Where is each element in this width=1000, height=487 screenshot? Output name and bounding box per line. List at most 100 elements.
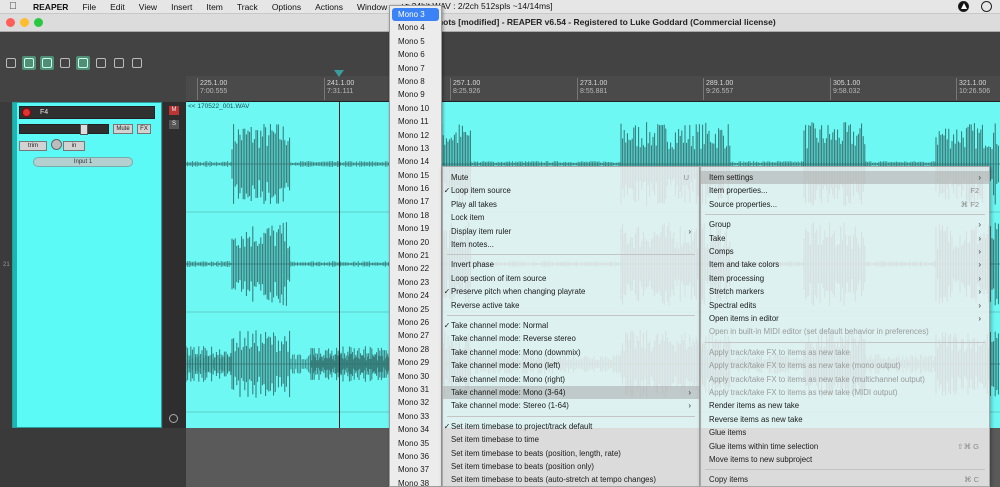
menu-item[interactable]: Loop section of item source [443, 272, 699, 285]
menu-item[interactable]: Take channel mode: Mono (downmix) [443, 346, 699, 359]
automation-mode-button[interactable]: trim [19, 141, 47, 151]
channel-option[interactable]: Mono 24 [390, 289, 441, 302]
timeline-ruler[interactable]: 225.1.00 7:00.555 241.1.00 7:31.111 257.1.… [186, 76, 1000, 102]
channel-option[interactable]: Mono 37 [390, 463, 441, 476]
channel-option[interactable]: Mono 33 [390, 410, 441, 423]
channel-option[interactable]: Mono 7 [390, 62, 441, 75]
menu-item[interactable]: Take channel mode: Stereo (1-64) › [443, 399, 699, 412]
playhead-marker[interactable] [334, 70, 344, 77]
menu-item[interactable]: Reverse active take [443, 299, 699, 312]
master-solo-button[interactable]: S [169, 120, 179, 129]
mute-button[interactable]: Mute [113, 124, 133, 134]
channel-option[interactable]: Mono 34 [390, 423, 441, 436]
channel-option[interactable]: Mono 27 [390, 329, 441, 342]
channel-option[interactable]: Mono 19 [390, 222, 441, 235]
channel-option[interactable]: Mono 6 [390, 48, 441, 61]
channel-option[interactable]: Mono 21 [390, 249, 441, 262]
zoom-window-button[interactable] [34, 18, 43, 27]
channel-option[interactable]: Mono 9 [390, 88, 441, 101]
menu-item[interactable]: Open items in editor › [701, 312, 989, 325]
menu-file[interactable]: File [75, 2, 103, 12]
menu-item[interactable]: Item processing › [701, 272, 989, 285]
apple-icon[interactable]:  [0, 1, 26, 12]
menu-item[interactable]: Glue items within time selection ⇧⌘ G [701, 440, 989, 453]
track-control-panel[interactable]: F4 Mute FX trim in Input 1 [12, 102, 162, 428]
menu-item[interactable]: Invert phase [443, 258, 699, 271]
channel-option[interactable]: Mono 8 [390, 75, 441, 88]
channel-option[interactable]: Mono 20 [390, 236, 441, 249]
close-window-button[interactable] [6, 18, 15, 27]
menu-item[interactable]: Take channel mode: Reverse stereo [443, 332, 699, 345]
menu-item[interactable]: ✓ Loop item source [443, 184, 699, 197]
link-icon[interactable] [40, 56, 54, 70]
metronome-icon[interactable] [4, 56, 18, 70]
menu-view[interactable]: View [132, 2, 164, 12]
menu-item[interactable]: Copy items ⌘ C [701, 473, 989, 486]
volume-fader-knob[interactable] [80, 124, 88, 135]
menu-item[interactable]: Take channel mode: Mono (right) [443, 373, 699, 386]
channel-option-selected[interactable]: Mono 3 [392, 8, 439, 22]
menu-item[interactable]: Take › [701, 232, 989, 245]
menu-item[interactable]: Set item timebase to beats (position onl… [443, 460, 699, 473]
channel-option[interactable]: Mono 22 [390, 262, 441, 275]
menu-item[interactable]: Group › [701, 218, 989, 231]
menu-item[interactable]: ✓ Set item timebase to project/track defa… [443, 420, 699, 433]
menu-options[interactable]: Options [265, 2, 308, 12]
status-circle-icon[interactable] [981, 1, 992, 12]
menu-item[interactable]: Mute U [443, 171, 699, 184]
menu-item[interactable]: Display item ruler › [443, 225, 699, 238]
fx-button[interactable]: FX [137, 124, 151, 134]
channel-option[interactable]: Mono 13 [390, 142, 441, 155]
menu-item[interactable]: Render items as new take [701, 399, 989, 412]
channel-option[interactable]: Mono 25 [390, 303, 441, 316]
menu-actions[interactable]: Actions [308, 2, 350, 12]
channel-option[interactable]: Mono 4 [390, 21, 441, 34]
menu-window[interactable]: Window [350, 2, 394, 12]
channel-option[interactable]: Mono 26 [390, 316, 441, 329]
menu-item[interactable]: Item and take colors › [701, 258, 989, 271]
channel-option[interactable]: Mono 30 [390, 370, 441, 383]
menu-item[interactable]: Set item timebase to beats (auto-stretch… [443, 473, 699, 486]
ripple-edit-icon[interactable] [22, 56, 36, 70]
envelope-icon[interactable] [169, 414, 178, 423]
channel-option[interactable]: Mono 15 [390, 169, 441, 182]
menu-item[interactable]: Take channel mode: Mono (left) [443, 359, 699, 372]
menu-item[interactable]: Source properties... ⌘ F2 [701, 198, 989, 211]
record-input-selector[interactable]: Input 1 [33, 157, 133, 167]
menu-item[interactable]: Spectral edits › [701, 299, 989, 312]
channel-option[interactable]: Mono 5 [390, 35, 441, 48]
menu-item[interactable]: ✓ Preserve pitch when changing playrate [443, 285, 699, 298]
status-icon[interactable] [958, 1, 969, 12]
channel-option[interactable]: Mono 28 [390, 343, 441, 356]
menu-item[interactable]: ✓ Take channel mode: Normal [443, 319, 699, 332]
minimize-window-button[interactable] [20, 18, 29, 27]
channel-option[interactable]: Mono 32 [390, 396, 441, 409]
track-name-field[interactable]: F4 [19, 106, 155, 119]
app-menu[interactable]: REAPER [26, 2, 75, 12]
envelope-icon[interactable] [94, 56, 108, 70]
menu-insert[interactable]: Insert [164, 2, 199, 12]
input-monitor-button[interactable]: in [63, 141, 85, 151]
menu-item[interactable]: Set item timebase to time [443, 433, 699, 446]
menu-item[interactable]: Play all takes [443, 198, 699, 211]
menu-item[interactable]: Move items to new subproject [701, 453, 989, 466]
menu-item[interactable]: Item properties... F2 [701, 184, 989, 197]
menu-item[interactable]: Set item timebase to beats (position, le… [443, 447, 699, 460]
channel-option[interactable]: Mono 36 [390, 450, 441, 463]
menu-item[interactable]: Lock item [443, 211, 699, 224]
menu-edit[interactable]: Edit [103, 2, 132, 12]
channel-option[interactable]: Mono 35 [390, 437, 441, 450]
menu-item[interactable]: Comps › [701, 245, 989, 258]
channel-option[interactable]: Mono 29 [390, 356, 441, 369]
channel-option[interactable]: Mono 23 [390, 276, 441, 289]
channel-option[interactable]: Mono 17 [390, 195, 441, 208]
menu-item[interactable]: Item notes... [443, 238, 699, 251]
lock-icon[interactable] [130, 56, 144, 70]
channel-option[interactable]: Mono 10 [390, 102, 441, 115]
menu-item[interactable]: Stretch markers › [701, 285, 989, 298]
channel-mode-dropdown[interactable]: Mono 3 Mono 4 Mono 5 Mono 6 Mono 7 Mono 8 Mon… [389, 5, 442, 487]
menu-item[interactable]: Item settings › [701, 171, 989, 185]
channel-option[interactable]: Mono 11 [390, 115, 441, 128]
volume-fader[interactable] [19, 124, 109, 135]
menu-track[interactable]: Track [230, 2, 265, 12]
